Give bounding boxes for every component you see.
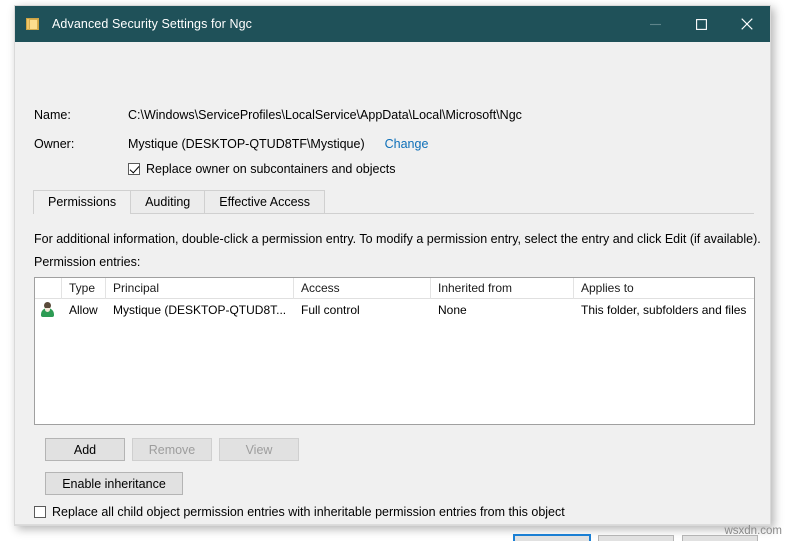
name-label: Name: — [34, 108, 71, 122]
folder-icon — [25, 16, 41, 32]
view-button: View — [219, 438, 299, 461]
tabstrip: Permissions Auditing Effective Access — [33, 190, 754, 214]
window-controls — [632, 6, 770, 42]
footer-buttons: OK Cancel Apply — [513, 534, 758, 541]
add-button[interactable]: Add — [45, 438, 125, 461]
replace-all-child-checkbox[interactable] — [34, 506, 46, 518]
replace-owner-label: Replace owner on subcontainers and objec… — [146, 162, 396, 176]
column-header-inherited-from[interactable]: Inherited from — [431, 278, 574, 299]
row-applies-to: This folder, subfolders and files — [581, 302, 747, 317]
tab-effective-access[interactable]: Effective Access — [204, 190, 326, 213]
ok-button[interactable]: OK — [513, 534, 591, 541]
replace-owner-checkbox-row[interactable]: Replace owner on subcontainers and objec… — [128, 162, 395, 176]
window-titlebar: Advanced Security Settings for Ngc — [15, 6, 770, 42]
permission-entries-label: Permission entries: — [34, 255, 141, 269]
maximize-icon[interactable] — [678, 6, 724, 42]
owner-value: Mystique (DESKTOP-QTUD8TF\Mystique) — [128, 137, 365, 151]
row-access: Full control — [301, 302, 360, 317]
replace-all-child-label: Replace all child object permission entr… — [52, 505, 565, 519]
tab-auditing-label: Auditing — [145, 195, 191, 209]
row-principal: Mystique (DESKTOP-QTUD8T... — [113, 302, 287, 317]
permissions-info-text: For additional information, double-click… — [34, 232, 761, 246]
permission-entries-list[interactable]: Type Principal Access Inherited from App… — [34, 277, 755, 425]
tab-permissions-label: Permissions — [48, 195, 117, 209]
user-icon — [40, 302, 55, 317]
name-value: C:\Windows\ServiceProfiles\LocalService\… — [128, 108, 522, 122]
column-header-applies-to[interactable]: Applies to — [574, 278, 754, 299]
column-header-principal[interactable]: Principal — [106, 278, 294, 299]
list-header-row: Type Principal Access Inherited from App… — [35, 278, 754, 299]
site-watermark: wsxdn.com — [724, 525, 782, 537]
column-header-type[interactable]: Type — [62, 278, 106, 299]
window-title: Advanced Security Settings for Ngc — [52, 17, 253, 31]
change-owner-link[interactable]: Change — [385, 137, 429, 151]
enable-inheritance-button[interactable]: Enable inheritance — [45, 472, 183, 495]
tab-permissions[interactable]: Permissions — [33, 190, 132, 214]
name-row: Name: C:\Windows\ServiceProfiles\LocalSe… — [34, 108, 522, 122]
row-type: Allow — [69, 302, 98, 317]
row-user-icon — [35, 299, 62, 320]
row-inherited-from: None — [438, 302, 467, 317]
remove-button: Remove — [132, 438, 212, 461]
replace-all-child-checkbox-row[interactable]: Replace all child object permission entr… — [34, 505, 565, 519]
column-header-access[interactable]: Access — [294, 278, 431, 299]
tab-effective-access-label: Effective Access — [219, 195, 311, 209]
screenshot-root: Advanced Security Settings for Ngc Name:… — [0, 0, 788, 541]
window-body: Name: C:\Windows\ServiceProfiles\LocalSe… — [15, 42, 770, 541]
advanced-security-settings-window: Advanced Security Settings for Ngc Name:… — [14, 5, 771, 541]
table-row[interactable]: Allow Mystique (DESKTOP-QTUD8T... Full c… — [35, 299, 754, 320]
minimize-icon[interactable] — [632, 6, 678, 42]
replace-owner-checkbox[interactable] — [128, 163, 140, 175]
tab-auditing[interactable]: Auditing — [130, 190, 206, 213]
column-header-icon[interactable] — [35, 278, 62, 299]
cancel-button[interactable]: Cancel — [598, 535, 674, 541]
close-icon[interactable] — [724, 6, 770, 42]
owner-label: Owner: — [34, 137, 75, 151]
owner-row: Owner: Mystique (DESKTOP-QTUD8TF\Mystiqu… — [34, 137, 428, 151]
footer-separator — [15, 524, 770, 525]
